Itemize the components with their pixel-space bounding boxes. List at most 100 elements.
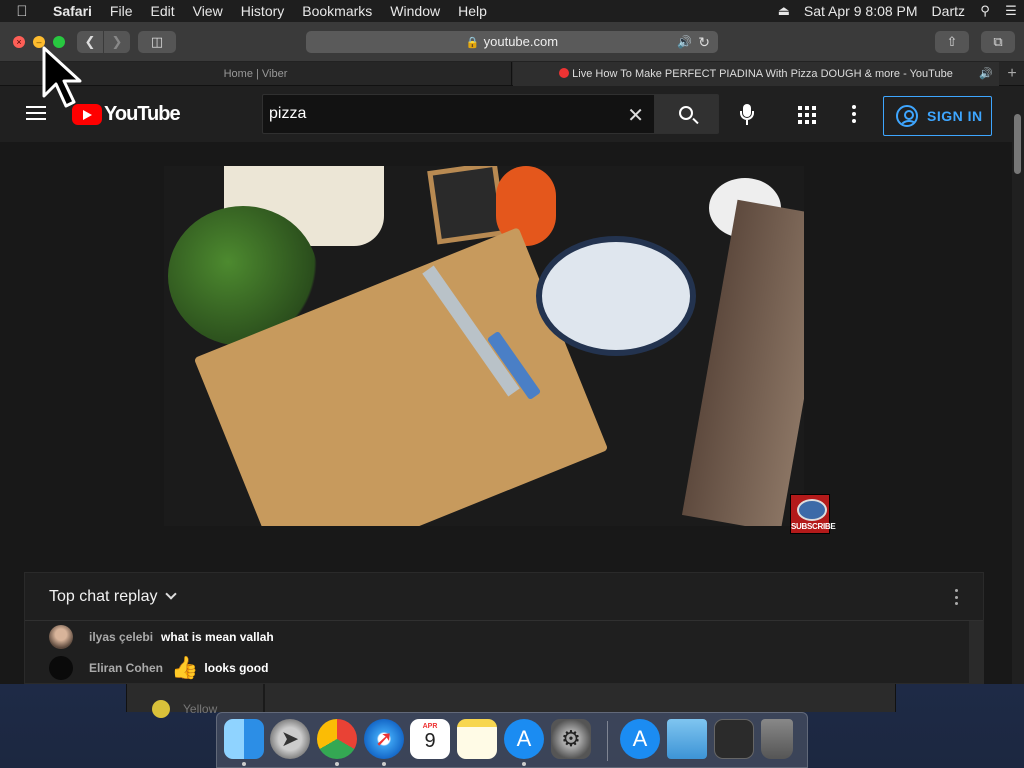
chat-header: Top chat replay bbox=[25, 573, 983, 621]
chrome-icon[interactable] bbox=[317, 719, 357, 759]
clear-search-icon[interactable]: ✕ bbox=[627, 103, 644, 128]
tab-title: Home | Viber bbox=[223, 68, 288, 80]
video-scene-sign bbox=[427, 166, 507, 245]
video-scene-bowl bbox=[536, 236, 696, 356]
tabs-overview-icon: ⧉ bbox=[993, 34, 1003, 49]
chat-more-options-icon[interactable] bbox=[955, 589, 959, 605]
reload-icon[interactable]: ↻ bbox=[698, 31, 710, 53]
video-scene-arm bbox=[681, 199, 804, 526]
trash-icon[interactable] bbox=[761, 719, 793, 759]
avatar[interactable] bbox=[49, 656, 73, 680]
tab-title: Live How To Make PERFECT PIADINA With Pi… bbox=[572, 68, 953, 80]
account-circle-icon bbox=[896, 105, 918, 127]
avatar[interactable] bbox=[49, 625, 73, 649]
spotlight-search-icon[interactable]: ⚲ bbox=[972, 3, 998, 19]
forward-button[interactable]: ❯ bbox=[104, 31, 130, 53]
youtube-logo-text: YouTube bbox=[104, 103, 181, 125]
safari-window: × – ❮ ❯ ◫ 🔒 youtube.com 🔊 ↻ ⇧ ⧉ Home | Vi… bbox=[0, 22, 1024, 684]
chat-title: Top chat replay bbox=[49, 588, 158, 605]
chat-scrollbar[interactable] bbox=[969, 621, 983, 684]
thumbs-up-icon: 👍 bbox=[171, 655, 199, 680]
notification-center-icon[interactable]: ☰ bbox=[998, 3, 1024, 19]
lock-icon: 🔒 bbox=[465, 37, 480, 49]
chevron-right-icon: ❯ bbox=[111, 34, 123, 49]
sidebar-toggle-button[interactable]: ◫ bbox=[138, 31, 176, 53]
chat-author[interactable]: Eliran Cohen bbox=[89, 661, 163, 675]
address-bar[interactable]: 🔒 youtube.com 🔊 ↻ bbox=[306, 31, 718, 53]
dock-running-indicator bbox=[242, 762, 246, 766]
address-bar-url: youtube.com bbox=[483, 34, 559, 49]
background-window-label: Yellow bbox=[183, 702, 218, 716]
calendar-icon[interactable]: APR 9 bbox=[410, 719, 450, 759]
sign-in-label: SIGN IN bbox=[927, 108, 983, 124]
menu-help[interactable]: Help bbox=[449, 3, 496, 19]
sign-in-button[interactable]: SIGN IN bbox=[883, 96, 992, 136]
background-window[interactable]: Yellow bbox=[126, 684, 896, 718]
menu-history[interactable]: History bbox=[232, 3, 294, 19]
menu-window[interactable]: Window bbox=[381, 3, 449, 19]
notes-icon[interactable] bbox=[457, 719, 497, 759]
chat-message: ilyas çelebi what is mean vallah bbox=[49, 625, 274, 649]
menu-view[interactable]: View bbox=[184, 3, 232, 19]
share-button[interactable]: ⇧ bbox=[935, 31, 969, 53]
system-preferences-icon[interactable]: ⚙ bbox=[551, 719, 591, 759]
dock-running-indicator bbox=[382, 762, 386, 766]
app-store-downloads-icon[interactable]: A bbox=[620, 719, 660, 759]
menu-app-safari[interactable]: Safari bbox=[44, 3, 101, 19]
calendar-month: APR bbox=[422, 723, 438, 730]
safari-icon[interactable]: ➚ bbox=[364, 719, 404, 759]
search-input[interactable] bbox=[269, 95, 609, 133]
page-scrollbar[interactable] bbox=[1012, 86, 1024, 684]
share-icon: ⇧ bbox=[946, 34, 958, 49]
eject-icon[interactable]: ⏏ bbox=[771, 3, 797, 19]
menu-clock[interactable]: Sat Apr 9 8:08 PM bbox=[797, 3, 925, 19]
chevron-down-icon bbox=[164, 588, 177, 600]
menu-bookmarks[interactable]: Bookmarks bbox=[293, 3, 381, 19]
calendar-day: 9 bbox=[424, 730, 436, 752]
app-store-icon[interactable]: A bbox=[504, 719, 544, 759]
dock-separator bbox=[607, 721, 608, 761]
live-indicator-icon bbox=[559, 68, 570, 78]
yellow-color-dot-icon bbox=[152, 700, 170, 718]
tab-mute-icon[interactable]: 🔊 bbox=[979, 62, 993, 86]
menu-edit[interactable]: Edit bbox=[141, 3, 183, 19]
sidebar-icon: ◫ bbox=[150, 34, 164, 49]
page-scrollbar-thumb[interactable] bbox=[1014, 114, 1021, 174]
live-chat-panel: Top chat replay ilyas çelebi what is mea… bbox=[24, 572, 984, 684]
chrome-app-icon[interactable] bbox=[714, 719, 754, 759]
settings-more-icon[interactable] bbox=[852, 105, 856, 123]
show-all-tabs-button[interactable]: ⧉ bbox=[981, 31, 1015, 53]
dock-running-indicator bbox=[522, 762, 526, 766]
chat-message: Eliran Cohen 👍 looks good bbox=[49, 655, 269, 680]
menu-file[interactable]: File bbox=[101, 3, 142, 19]
chat-author[interactable]: ilyas çelebi bbox=[89, 630, 153, 644]
youtube-page: YouTube ✕ SIGN IN bbox=[0, 86, 1012, 684]
background-window-divider bbox=[263, 684, 265, 712]
dock: ➤ ➚ APR 9 A ⚙ A bbox=[216, 712, 808, 768]
search-icon bbox=[679, 106, 693, 120]
voice-search-mic-icon[interactable] bbox=[737, 104, 757, 126]
tab-bar: Home | Viber Live How To Make PERFECT PI… bbox=[0, 62, 1024, 86]
dock-running-indicator bbox=[335, 762, 339, 766]
search-button[interactable] bbox=[655, 94, 719, 134]
launchpad-icon[interactable]: ➤ bbox=[270, 719, 310, 759]
chat-text: what is mean vallah bbox=[161, 630, 274, 644]
search-box: ✕ bbox=[262, 94, 655, 134]
downloads-folder-icon[interactable] bbox=[667, 719, 707, 759]
finder-icon[interactable] bbox=[224, 719, 264, 759]
audio-playing-icon[interactable]: 🔊 bbox=[677, 31, 692, 53]
tab-youtube-active[interactable]: Live How To Make PERFECT PIADINA With Pi… bbox=[513, 62, 999, 86]
apple-menu-icon[interactable]:  bbox=[0, 3, 44, 20]
new-tab-button[interactable]: + bbox=[1000, 62, 1024, 86]
youtube-apps-grid-icon[interactable] bbox=[798, 106, 816, 124]
video-player[interactable] bbox=[164, 166, 804, 526]
chat-text: looks good bbox=[204, 661, 269, 675]
menu-bar:  Safari File Edit View History Bookmark… bbox=[0, 0, 1024, 22]
window-close-button[interactable]: × bbox=[13, 36, 25, 48]
youtube-header: YouTube ✕ SIGN IN bbox=[0, 86, 1012, 142]
menu-user[interactable]: Dartz bbox=[925, 3, 972, 19]
menu-bar-status: ⏏ Sat Apr 9 8:08 PM Dartz ⚲ ☰ bbox=[771, 0, 1024, 22]
safari-toolbar: × – ❮ ❯ ◫ 🔒 youtube.com 🔊 ↻ ⇧ ⧉ bbox=[0, 22, 1024, 62]
chat-mode-dropdown[interactable]: Top chat replay bbox=[49, 588, 177, 606]
subscribe-watermark-button[interactable]: SUBSCRIBE bbox=[790, 494, 836, 534]
